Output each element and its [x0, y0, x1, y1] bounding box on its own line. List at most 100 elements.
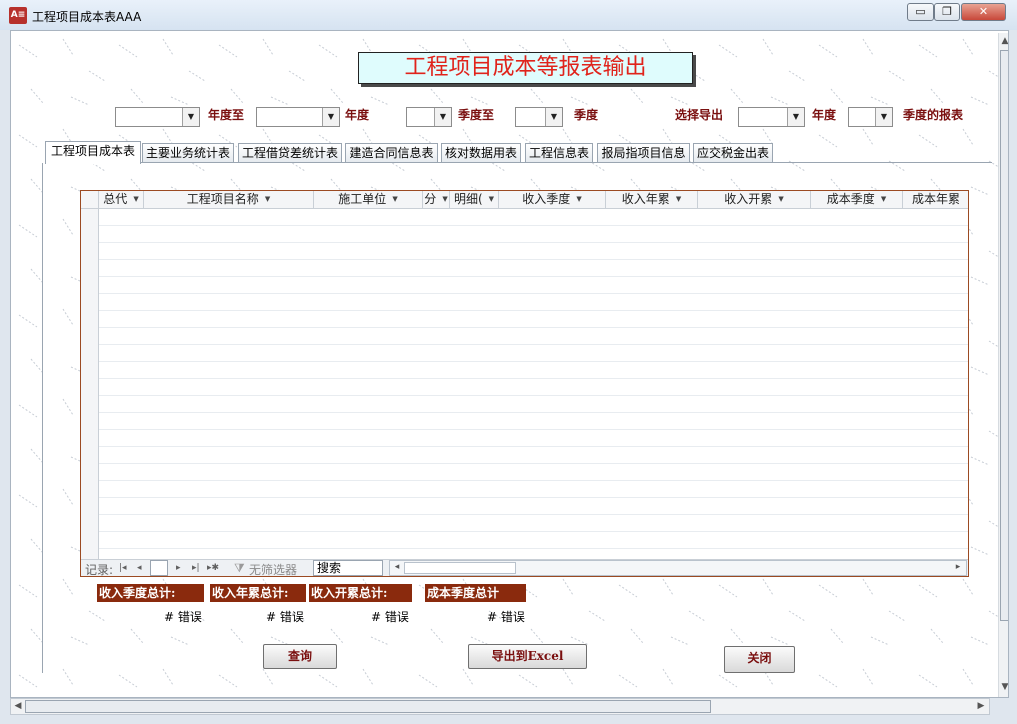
record-position-field[interactable] — [150, 560, 168, 576]
funnel-icon: ⧩ — [234, 561, 245, 575]
column-header[interactable]: 成本年累 — [903, 191, 968, 209]
window-title: 工程项目成本表AAA — [32, 10, 142, 24]
tab-bureau-project-info[interactable]: 报局指项目信息 — [597, 143, 690, 163]
datasheet-body[interactable] — [81, 209, 968, 559]
column-header-label: 明细( — [453, 192, 483, 206]
income-ytd-total-label: 收入年累总计: — [210, 584, 306, 602]
tab-main-business-stats[interactable]: 主要业务统计表 — [142, 143, 234, 163]
quarter-to-combo[interactable]: ▼ — [515, 107, 563, 127]
column-header-label: 收入年累 — [621, 192, 670, 206]
scroll-down-icon[interactable]: ▼ — [999, 682, 1008, 692]
chevron-down-icon[interactable]: ▼ — [434, 108, 451, 126]
record-label: 记录: — [85, 563, 114, 577]
tab-contract-info[interactable]: 建造合同信息表 — [345, 143, 438, 163]
export-year-label: 年度 — [812, 108, 837, 122]
chevron-down-icon[interactable]: ▼ — [133, 195, 138, 203]
row-selector-column[interactable] — [81, 209, 99, 559]
report-title: 工程项目成本等报表输出 — [358, 52, 693, 84]
tab-tax-payable[interactable]: 应交税金出表 — [693, 143, 773, 163]
year-label: 年度 — [345, 108, 370, 122]
tab-project-info[interactable]: 工程信息表 — [525, 143, 593, 163]
new-record-button[interactable]: ▸✱ — [207, 563, 219, 573]
export-year-combo[interactable]: ▼ — [738, 107, 805, 127]
export-quarter-label: 季度的报表 — [903, 108, 964, 122]
income-ytd-total-value: # 错误 — [266, 610, 304, 624]
chevron-down-icon[interactable]: ▼ — [322, 108, 339, 126]
previous-record-button[interactable]: ◂ — [137, 563, 142, 573]
datasheet-horizontal-scrollbar[interactable]: ◂ ▸ — [389, 560, 967, 576]
year-from-combo[interactable]: ▼ — [115, 107, 200, 127]
chevron-down-icon[interactable]: ▼ — [442, 195, 447, 203]
select-all-corner[interactable] — [81, 191, 99, 209]
chevron-down-icon[interactable]: ▼ — [881, 195, 886, 203]
close-form-button[interactable]: 关闭 — [724, 646, 795, 673]
restore-button[interactable]: ❐ — [934, 3, 960, 21]
column-header[interactable]: 工程项目名称 ▼ — [144, 191, 314, 209]
column-header-label: 工程项目名称 — [186, 192, 259, 206]
chevron-down-icon[interactable]: ▼ — [392, 195, 397, 203]
column-header-label: 成本季度 — [826, 192, 875, 206]
chevron-down-icon[interactable]: ▼ — [778, 195, 783, 203]
year-to-label: 年度至 — [208, 108, 245, 122]
form-area: 工程项目成本等报表输出 ▼ 年度至 ▼ 年度 ▼ 季度至 ▼ 季度 选择导出 ▼… — [10, 30, 1009, 698]
chevron-down-icon[interactable]: ▼ — [576, 195, 581, 203]
column-header-label: 分 — [424, 192, 437, 206]
first-record-button[interactable]: |◂ — [119, 563, 127, 573]
column-header[interactable]: 收入季度 ▼ — [499, 191, 606, 209]
export-quarter-combo[interactable]: ▼ — [848, 107, 893, 127]
datasheet[interactable]: 总代 ▼ 工程项目名称 ▼ 施工单位 ▼ 分 ▼ 明细(▼ 收入季度 ▼ 收入年累 ▼ 收入… — [80, 190, 969, 577]
form-vertical-scrollbar[interactable]: ▲ ▼ — [998, 33, 1008, 697]
record-navigator: 记录: |◂ ◂ ▸ ▸| ▸✱ ⧩ 无筛选器 搜索 ◂ ▸ — [81, 559, 968, 577]
income-quarter-total-label: 收入季度总计: — [97, 584, 204, 602]
export-select-label: 选择导出 — [675, 108, 724, 122]
close-window-button[interactable]: ✕ — [961, 3, 1006, 21]
scroll-thumb[interactable] — [1000, 50, 1008, 621]
cost-quarter-total-label: 成本季度总计 — [425, 584, 526, 602]
quarter-to-label: 季度至 — [458, 108, 495, 122]
chevron-down-icon[interactable]: ▼ — [787, 108, 804, 126]
search-input[interactable]: 搜索 — [313, 560, 383, 576]
column-header[interactable]: 总代 ▼ — [99, 191, 144, 209]
column-header-label: 成本年累 — [911, 192, 960, 206]
datasheet-header: 总代 ▼ 工程项目名称 ▼ 施工单位 ▼ 分 ▼ 明细(▼ 收入季度 ▼ 收入年累 ▼ 收入… — [81, 191, 968, 209]
column-header[interactable]: 分 ▼ — [423, 191, 450, 209]
last-record-button[interactable]: ▸| — [192, 563, 200, 573]
scroll-right-icon[interactable]: ▸ — [952, 562, 964, 572]
column-header[interactable]: 施工单位 ▼ — [314, 191, 423, 209]
column-header[interactable]: 明细( ▼ — [450, 191, 499, 209]
tab-check-data[interactable]: 核对数据用表 — [441, 143, 521, 163]
quarter-from-combo[interactable]: ▼ — [406, 107, 452, 127]
year-to-combo[interactable]: ▼ — [256, 107, 340, 127]
query-button[interactable]: 查询 — [263, 644, 337, 669]
form-horizontal-scrollbar[interactable]: ◀ ▶ — [10, 698, 990, 715]
next-record-button[interactable]: ▸ — [176, 563, 181, 573]
minimize-button[interactable]: ▭ — [907, 3, 934, 21]
column-header[interactable]: 收入年累 ▼ — [606, 191, 698, 209]
column-header[interactable]: 成本季度 ▼ — [811, 191, 903, 209]
quarter-label: 季度 — [574, 108, 599, 122]
export-excel-button[interactable]: 导出到Excel — [468, 644, 587, 669]
column-header-label: 收入开累 — [724, 192, 773, 206]
tab-project-cost[interactable]: 工程项目成本表 — [45, 141, 141, 164]
cost-quarter-total-value: # 错误 — [487, 610, 525, 624]
scroll-left-icon[interactable]: ◂ — [391, 562, 403, 572]
scroll-left-icon[interactable]: ◀ — [12, 701, 24, 711]
tab-loan-difference-stats[interactable]: 工程借贷差统计表 — [238, 143, 342, 163]
income-cumulative-total-label: 收入开累总计: — [309, 584, 412, 602]
chevron-down-icon[interactable]: ▼ — [489, 195, 494, 203]
chevron-down-icon[interactable]: ▼ — [676, 195, 681, 203]
income-cumulative-total-value: # 错误 — [371, 610, 409, 624]
scroll-thumb[interactable] — [25, 700, 711, 713]
chevron-down-icon[interactable]: ▼ — [182, 108, 199, 126]
income-quarter-total-value: # 错误 — [164, 610, 202, 624]
chevron-down-icon[interactable]: ▼ — [545, 108, 562, 126]
chevron-down-icon[interactable]: ▼ — [265, 195, 270, 203]
filter-status-button[interactable]: 无筛选器 — [249, 561, 297, 576]
column-header-label: 施工单位 — [338, 192, 387, 206]
title-bar: A≡ 工程项目成本表AAA ▭ ❐ ✕ — [0, 0, 1017, 30]
scroll-up-icon[interactable]: ▲ — [999, 36, 1008, 46]
scroll-thumb[interactable] — [404, 562, 516, 574]
column-header[interactable]: 收入开累 ▼ — [698, 191, 811, 209]
scroll-right-icon[interactable]: ▶ — [975, 701, 987, 711]
chevron-down-icon[interactable]: ▼ — [875, 108, 892, 126]
